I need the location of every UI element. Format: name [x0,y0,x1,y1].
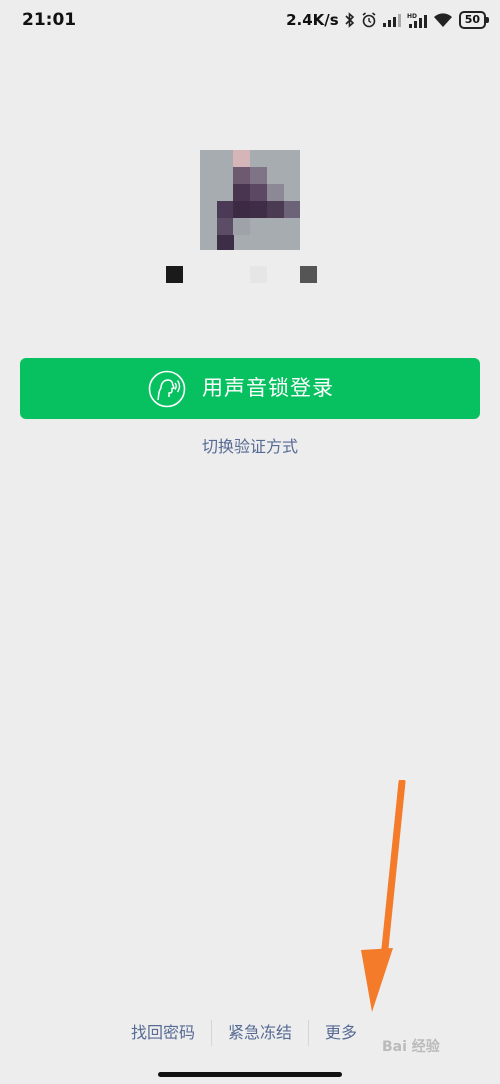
status-icons: 2.4K/s HD 50 [286,9,490,31]
home-indicator[interactable] [158,1072,342,1077]
alarm-icon [362,12,376,28]
svg-text:HD: HD [407,13,417,20]
username-block [250,266,267,283]
more-link[interactable]: 更多 [309,1018,373,1048]
voice-face-icon [148,370,186,408]
orange-arrow-annotation [361,780,406,1012]
bottom-links-bar: 找回密码 紧急冻结 更多 [115,1018,373,1048]
status-time: 21:01 [22,10,77,30]
recover-password-link[interactable]: 找回密码 [115,1018,211,1048]
bluetooth-icon [345,12,354,28]
battery-icon: 50 [458,11,490,29]
username-block [300,266,317,283]
voice-login-label: 用声音锁登录 [202,376,334,400]
masked-username [166,266,318,284]
emergency-freeze-link[interactable]: 紧急冻结 [212,1018,308,1048]
network-speed: 2.4K/s [286,11,339,29]
wifi-icon [433,13,452,27]
baidu-watermark: Bai 经验 [382,1039,440,1055]
username-block [166,266,183,283]
hd-signal-icon: HD [407,13,427,28]
voice-login-button[interactable]: 用声音锁登录 [20,358,480,419]
status-bar: 21:01 2.4K/s HD 50 [0,0,500,40]
signal-icon [382,14,401,27]
switch-verification-link[interactable]: 切换验证方式 [0,433,500,457]
user-avatar[interactable] [200,150,300,250]
